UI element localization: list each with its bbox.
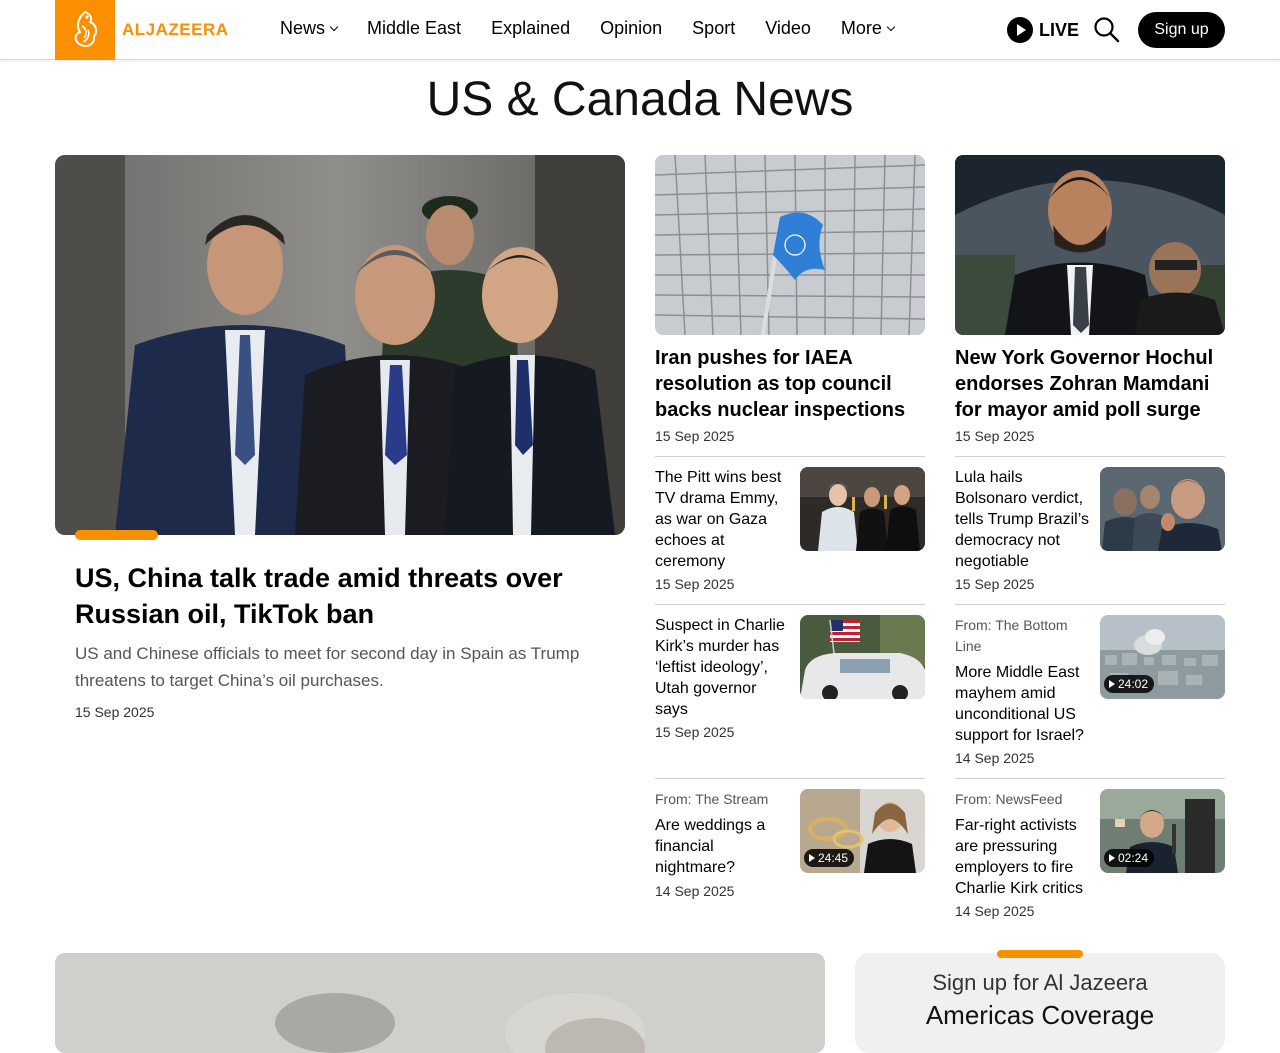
lead-story-image[interactable] xyxy=(55,155,625,535)
featured-story-title[interactable]: New York Governor Hochul endorses Zohran… xyxy=(955,345,1227,423)
search-icon[interactable] xyxy=(1093,16,1121,44)
promo-heading: Sign up for Al Jazeera xyxy=(932,970,1148,995)
duration-label: 24:02 xyxy=(1118,677,1149,691)
featured-story-date: 15 Sep 2025 xyxy=(955,428,1035,444)
story-source: From: The Stream xyxy=(655,791,769,807)
nav-video[interactable]: Video xyxy=(765,18,811,39)
video-thumbnail[interactable]: 24:45 xyxy=(800,789,925,873)
brand-wordmark[interactable]: ALJAZEERA xyxy=(122,20,229,40)
nav-label: Explained xyxy=(491,18,571,38)
video-thumbnail[interactable]: 02:24 xyxy=(1100,789,1225,873)
nav-explained[interactable]: Explained xyxy=(491,18,570,39)
signup-button[interactable]: Sign up xyxy=(1138,12,1225,48)
divider xyxy=(655,778,925,779)
story-title[interactable]: More Middle East mayhem amid uncondition… xyxy=(955,662,1090,746)
lead-story-title[interactable]: US, China talk trade amid threats over R… xyxy=(75,560,595,632)
story-source: From: NewsFeed xyxy=(955,791,1063,807)
video-duration-badge: 02:24 xyxy=(1104,849,1155,867)
duration-label: 02:24 xyxy=(1118,851,1149,865)
chevron-down-icon xyxy=(329,22,339,32)
chevron-down-icon xyxy=(886,22,896,32)
story-title[interactable]: Lula hails Bolsonaro verdict, tells Trum… xyxy=(955,467,1090,572)
promo-subheading: Americas Coverage xyxy=(925,1000,1155,1030)
play-icon xyxy=(1109,680,1115,688)
live-button[interactable]: LIVE xyxy=(1007,17,1079,43)
nav-label: Middle East xyxy=(367,18,462,38)
nav-sport[interactable]: Sport xyxy=(692,18,735,39)
story-date: 15 Sep 2025 xyxy=(655,724,735,740)
story-date: 14 Sep 2025 xyxy=(955,750,1035,766)
story-title[interactable]: The Pitt wins best TV drama Emmy, as war… xyxy=(655,467,790,572)
divider xyxy=(955,456,1225,457)
divider xyxy=(655,456,925,457)
divider xyxy=(955,778,1225,779)
nav-more[interactable]: More xyxy=(840,18,896,39)
video-thumbnail[interactable]: 24:02 xyxy=(1100,615,1225,699)
play-icon xyxy=(1109,854,1115,862)
page-title: US & Canada News xyxy=(426,73,854,126)
nav-label: Sport xyxy=(692,18,736,38)
featured-story-image[interactable] xyxy=(655,155,925,335)
featured-story-image[interactable] xyxy=(955,155,1225,335)
nav-middle-east[interactable]: Middle East xyxy=(367,18,461,39)
aljazeera-logo-icon[interactable] xyxy=(55,0,115,60)
nav-label: More xyxy=(840,18,882,38)
featured-story-title[interactable]: Iran pushes for IAEA resolution as top c… xyxy=(655,345,927,423)
lead-story-date: 15 Sep 2025 xyxy=(75,704,155,720)
nav-label: Opinion xyxy=(600,18,663,38)
story-date: 14 Sep 2025 xyxy=(655,883,735,899)
story-thumbnail[interactable] xyxy=(800,467,925,551)
promo-accent-bar xyxy=(997,950,1083,958)
lead-accent-bar xyxy=(75,530,158,540)
story-date: 15 Sep 2025 xyxy=(655,576,735,592)
live-label: LIVE xyxy=(1039,19,1080,40)
story-title[interactable]: Suspect in Charlie Kirk’s murder has ‘le… xyxy=(655,615,790,720)
play-icon xyxy=(1007,17,1033,43)
nav-news[interactable]: News xyxy=(280,18,339,39)
nav-opinion[interactable]: Opinion xyxy=(600,18,662,39)
divider xyxy=(955,604,1225,605)
lead-story-summary: US and Chinese officials to meet for sec… xyxy=(75,644,580,690)
video-duration-badge: 24:02 xyxy=(1104,675,1155,693)
duration-label: 24:45 xyxy=(818,851,849,865)
featured-story-date: 15 Sep 2025 xyxy=(655,428,735,444)
story-date: 15 Sep 2025 xyxy=(955,576,1035,592)
nav-label: News xyxy=(280,18,326,38)
story-date: 14 Sep 2025 xyxy=(955,903,1035,919)
divider xyxy=(655,604,925,605)
story-thumbnail[interactable] xyxy=(1100,467,1225,551)
nav-label: Video xyxy=(765,18,811,38)
story-image[interactable] xyxy=(55,953,825,1053)
play-icon xyxy=(809,854,815,862)
story-source: From: The Bottom Line xyxy=(955,617,1068,654)
story-thumbnail[interactable] xyxy=(800,615,925,699)
site-header: ALJAZEERA News Middle East Explained Opi… xyxy=(0,0,1280,60)
story-title[interactable]: Far-right activists are pressuring emplo… xyxy=(955,815,1090,899)
video-duration-badge: 24:45 xyxy=(804,849,855,867)
main-nav: News Middle East Explained Opinion Sport… xyxy=(280,18,896,39)
story-title[interactable]: Are weddings a financial nightmare? xyxy=(655,815,790,878)
